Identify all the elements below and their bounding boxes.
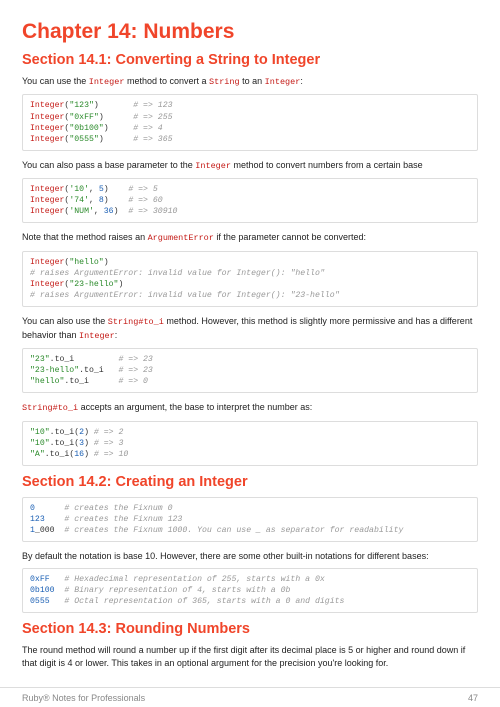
code-block-6: 0 # creates the Fixnum 0 123 # creates t… bbox=[22, 497, 478, 542]
para-7: The round method will round a number up … bbox=[22, 644, 478, 668]
para-2: You can also pass a base parameter to th… bbox=[22, 159, 478, 172]
code-block-5: "10".to_i(2) # => 2 "10".to_i(3) # => 3 … bbox=[22, 421, 478, 466]
para-3: Note that the method raises an ArgumentE… bbox=[22, 231, 478, 244]
para-1: You can use the Integer method to conver… bbox=[22, 75, 478, 88]
footer-page-number: 47 bbox=[468, 693, 478, 703]
para-4: You can also use the String#to_i method.… bbox=[22, 315, 478, 342]
para-5: String#to_i accepts an argument, the bas… bbox=[22, 401, 478, 414]
section-14-1-title: Section 14.1: Converting a String to Int… bbox=[22, 52, 478, 68]
page-footer: Ruby® Notes for Professionals 47 bbox=[0, 687, 500, 707]
para-6: By default the notation is base 10. Howe… bbox=[22, 550, 478, 562]
code-block-1: Integer("123") # => 123 Integer("0xFF") … bbox=[22, 94, 478, 150]
code-block-2: Integer('10', 5) # => 5 Integer('74', 8)… bbox=[22, 178, 478, 223]
section-14-2-title: Section 14.2: Creating an Integer bbox=[22, 474, 478, 490]
code-block-4: "23".to_i # => 23 "23-hello".to_i # => 2… bbox=[22, 348, 478, 393]
chapter-title: Chapter 14: Numbers bbox=[22, 20, 478, 44]
footer-left: Ruby® Notes for Professionals bbox=[22, 693, 145, 703]
code-block-7: 0xFF # Hexadecimal representation of 255… bbox=[22, 568, 478, 613]
code-block-3: Integer("hello") # raises ArgumentError:… bbox=[22, 251, 478, 307]
section-14-3-title: Section 14.3: Rounding Numbers bbox=[22, 621, 478, 637]
